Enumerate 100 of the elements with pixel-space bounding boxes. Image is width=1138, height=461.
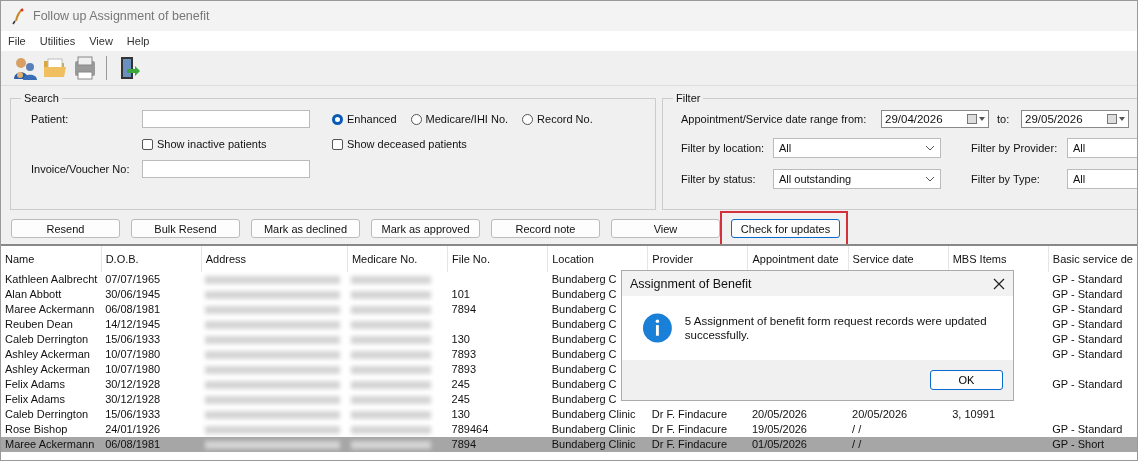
field-label: Patient: — [31, 113, 70, 125]
column-header[interactable]: Address — [201, 246, 348, 272]
group-title: Search — [23, 92, 60, 104]
table-cell[interactable]: Felix Adams — [5, 378, 65, 390]
chevron-icon[interactable] — [925, 176, 935, 182]
checkbox[interactable]: Show deceased patients — [332, 138, 467, 150]
table-cell: 15/06/1933 — [105, 333, 161, 345]
column-header[interactable]: Name — [1, 246, 102, 272]
column-header[interactable]: D.O.B. — [101, 246, 202, 272]
table-cell: Bundaberg Clinic — [551, 408, 636, 420]
table-cell: Bundaberg Clinic — [551, 438, 636, 450]
table-cell[interactable]: Caleb Derrington — [5, 333, 89, 345]
chevron-icon[interactable] — [925, 145, 935, 151]
menu-item[interactable]: Utilities — [39, 35, 76, 47]
table-cell[interactable]: Maree Ackermann — [5, 303, 95, 315]
table-cell: 14/12/1945 — [105, 318, 161, 330]
table-cell: Bundaberg Clinic — [551, 423, 636, 435]
table-cell: Bundaberg C — [551, 288, 617, 300]
table-cell: 10/07/1980 — [105, 363, 161, 375]
table-cell: 19/05/2026 — [751, 423, 807, 435]
dropdown[interactable]: All — [1067, 138, 1137, 158]
table-cell[interactable]: Maree Ackermann — [5, 438, 95, 450]
menu-item[interactable]: View — [89, 35, 113, 47]
table-cell: Dr F. Findacure — [651, 423, 727, 435]
table-cell: 06/08/1981 — [105, 303, 161, 315]
table-cell: 30/12/1928 — [105, 378, 161, 390]
menu-item[interactable]: Help — [126, 35, 150, 47]
dropdown[interactable]: All — [773, 138, 941, 158]
dialog-title: Assignment of Benefit — [630, 276, 752, 291]
table-cell: 7894 — [451, 438, 477, 450]
table-cell: GP - Standard — [1052, 378, 1123, 390]
action-button[interactable]: Record note — [491, 219, 600, 238]
close-icon[interactable] — [993, 277, 1005, 290]
table-cell: Bundaberg C — [551, 273, 617, 285]
people-icon[interactable] — [12, 55, 38, 81]
action-button[interactable]: Resend — [11, 219, 120, 238]
radio-button[interactable]: Medicare/IHI No. — [410, 113, 509, 125]
action-button[interactable]: Check for updates — [731, 219, 840, 238]
printer-icon[interactable] — [72, 55, 98, 81]
info-icon — [642, 312, 673, 344]
menu-item[interactable]: File — [8, 35, 26, 47]
dropdown[interactable]: All outstanding — [773, 169, 941, 189]
ok-button[interactable]: OK — [930, 370, 1003, 390]
action-button[interactable]: Mark as declined — [251, 219, 360, 238]
date-field[interactable]: 29/05/2026 — [1021, 110, 1129, 128]
table-cell: Bundaberg C — [551, 393, 617, 405]
field-label: Invoice/Voucher No: — [31, 163, 131, 175]
table-cell: 7893 — [451, 363, 477, 375]
table-cell: 20/05/2026 — [751, 408, 807, 420]
patient-field[interactable] — [142, 110, 310, 128]
dropdown[interactable]: All — [1067, 169, 1137, 189]
table-cell[interactable]: Rose Bishop — [5, 423, 68, 435]
table-cell: Bundaberg C — [551, 333, 617, 345]
table-cell[interactable]: Reuben Dean — [5, 318, 73, 330]
table-cell: GP - Standard — [1052, 303, 1123, 315]
radio-button[interactable]: Enhanced — [332, 113, 397, 125]
checkbox[interactable]: Show inactive patients — [142, 138, 310, 150]
table-cell: 130 — [451, 333, 470, 345]
invoice-field[interactable] — [142, 160, 310, 178]
date-field[interactable]: 29/04/2026 — [881, 110, 989, 128]
table-cell: 245 — [451, 393, 470, 405]
quill-icon — [11, 7, 25, 25]
field-label: Filter by Type: — [970, 173, 1041, 185]
table-cell: Dr F. Findacure — [651, 438, 727, 450]
table-cell[interactable]: Kathleen Aalbrecht — [5, 273, 98, 285]
table-cell: / / — [852, 438, 862, 450]
table-cell: GP - Standard — [1052, 273, 1123, 285]
radio-button[interactable]: Record No. — [522, 113, 593, 125]
table-cell: GP - Short — [1052, 438, 1105, 450]
window-title: Follow up Assignment of benefit — [33, 9, 210, 23]
table-cell[interactable]: Ashley Ackerman — [5, 348, 90, 360]
action-button[interactable]: Mark as approved — [371, 219, 480, 238]
column-header[interactable]: Basic service de — [1048, 246, 1137, 272]
table-cell: Dr F. Findacure — [651, 408, 727, 420]
action-button[interactable]: Bulk Resend — [131, 219, 240, 238]
table-cell: Bundaberg C — [551, 318, 617, 330]
field-label: Filter by status: — [681, 173, 757, 185]
table-cell: GP - Standard — [1052, 318, 1123, 330]
field-label: to: — [997, 113, 1011, 125]
table-cell: 130 — [451, 408, 470, 420]
table-cell[interactable]: Ashley Ackerman — [5, 363, 90, 375]
table-cell: 06/08/1981 — [105, 438, 161, 450]
table-cell: 24/01/1926 — [105, 423, 161, 435]
column-header[interactable]: File No. — [447, 246, 548, 272]
calendar-icon[interactable] — [1107, 114, 1125, 124]
table-cell: 30/12/1928 — [105, 393, 161, 405]
table-cell: 7893 — [451, 348, 477, 360]
calendar-icon[interactable] — [967, 114, 985, 124]
field-label: Filter by Provider: — [970, 142, 1059, 154]
table-cell: Bundaberg C — [551, 363, 617, 375]
table-cell[interactable]: Felix Adams — [5, 393, 65, 405]
column-header[interactable]: Medicare No. — [347, 246, 448, 272]
action-button[interactable]: View — [611, 219, 720, 238]
table-cell: GP - Standard — [1052, 423, 1123, 435]
table-cell: GP - Standard — [1052, 348, 1123, 360]
table-cell[interactable]: Caleb Derrington — [5, 408, 89, 420]
table-cell: 3, 10991 — [952, 408, 995, 420]
table-cell: GP - Standard — [1052, 288, 1123, 300]
table-cell: 01/05/2026 — [751, 438, 807, 450]
table-cell[interactable]: Alan Abbott — [5, 288, 62, 300]
